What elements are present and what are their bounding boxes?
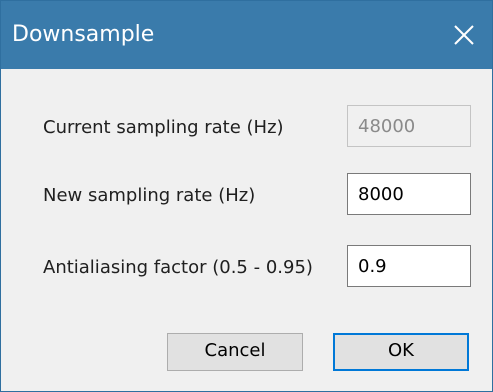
ok-button[interactable]: OK [333,333,469,371]
title-bar[interactable]: Downsample [1,1,492,69]
dialog-title: Downsample [12,22,155,47]
cancel-button[interactable]: Cancel [167,333,303,371]
new-rate-field[interactable] [347,173,471,215]
close-button[interactable] [436,1,492,69]
new-rate-label: New sampling rate (Hz) [43,185,256,206]
current-rate-label: Current sampling rate (Hz) [43,117,284,138]
antialiasing-label: Antialiasing factor (0.5 - 0.95) [43,257,313,278]
downsample-dialog: Downsample Current sampling rate (Hz) Ne… [0,0,493,392]
current-rate-field [347,105,471,147]
close-icon [454,25,474,45]
antialiasing-field[interactable] [347,245,471,287]
